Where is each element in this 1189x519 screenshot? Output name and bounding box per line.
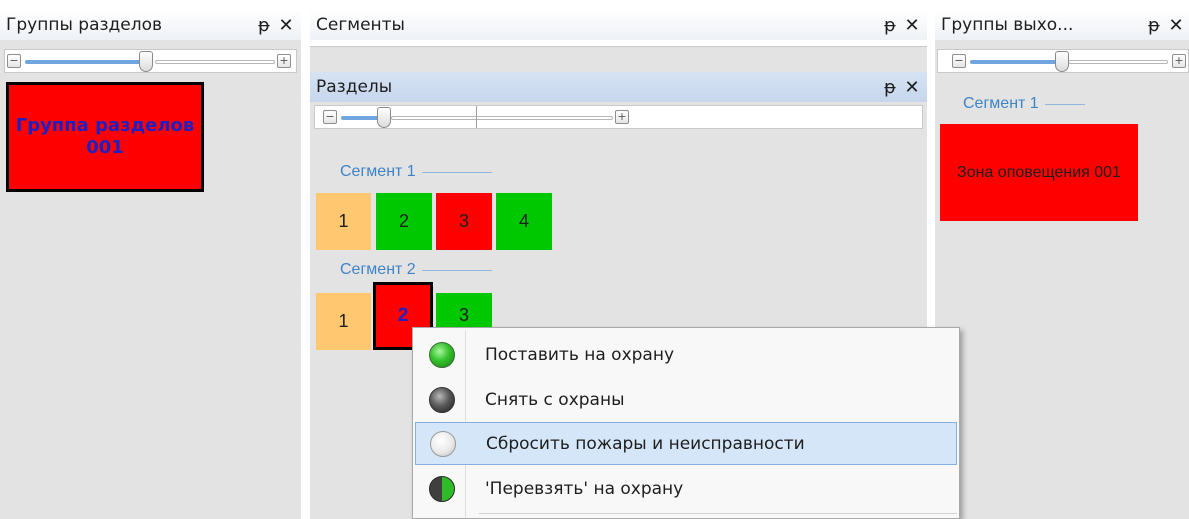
slider-thumb[interactable] <box>377 107 391 128</box>
pin-icon[interactable]: ᵽ <box>1143 15 1165 36</box>
segment-2-header: Сегмент 2 <box>340 260 492 280</box>
half-green-circle-icon <box>429 475 455 502</box>
menu-separator <box>479 513 957 514</box>
slider-track-filled <box>341 116 381 120</box>
sections-title: Разделы <box>316 77 393 97</box>
section-number: 2 <box>397 305 409 326</box>
pin-icon[interactable]: ᵽ <box>879 77 901 98</box>
section-number: 3 <box>458 304 469 325</box>
section-number: 1 <box>338 311 349 331</box>
slider-thumb[interactable] <box>1055 51 1069 72</box>
segment-2-label: Сегмент 2 <box>340 261 416 278</box>
section-tile[interactable]: 3 <box>436 193 492 250</box>
output-segment-1-header: Сегмент 1 <box>963 94 1085 114</box>
zoom-in-button[interactable]: + <box>1172 54 1186 68</box>
menu-item-label: Сбросить пожары и неисправности <box>486 433 805 454</box>
zoom-in-button[interactable]: + <box>615 110 629 124</box>
output-groups-title: Группы выхо... <box>941 15 1074 35</box>
green-circle-icon <box>429 341 455 368</box>
menu-item-rearm[interactable]: 'Перевзять' на охрану <box>415 467 957 510</box>
context-menu: Поставить на охрану Снять с охраны Сброс… <box>412 327 960 519</box>
section-tile[interactable]: 2 <box>376 193 432 250</box>
segments-titlebar: Сегменты ᵽ ✕ <box>310 10 927 40</box>
slider-track <box>155 60 275 64</box>
menu-item-arm[interactable]: Поставить на охрану <box>415 333 957 376</box>
pin-icon[interactable]: ᵽ <box>253 15 275 36</box>
segment-divider <box>421 269 492 271</box>
alert-zone-label: Зона оповещения 001 <box>957 163 1121 181</box>
menu-item-label: 'Перевзять' на охрану <box>485 478 684 499</box>
section-number: 3 <box>458 211 469 231</box>
close-icon[interactable]: ✕ <box>901 15 923 36</box>
output-groups-titlebar: Группы выхо... ᵽ ✕ <box>935 10 1189 40</box>
section-groups-panel: Группы разделов ᵽ ✕ − + Группа разделов … <box>0 10 301 519</box>
white-circle-icon <box>430 430 456 457</box>
zoom-in-button[interactable]: + <box>277 54 291 68</box>
section-number: 2 <box>398 211 409 231</box>
output-groups-panel: Группы выхо... ᵽ ✕ − + Сегмент 1 Зона оп… <box>935 10 1189 519</box>
slider-track <box>1068 60 1168 64</box>
output-zoom-slider[interactable]: − + <box>937 49 1189 73</box>
close-icon[interactable]: ✕ <box>1165 15 1187 36</box>
segment-divider <box>421 171 492 173</box>
slider-tick <box>476 106 477 128</box>
slider-track-filled <box>970 60 1060 64</box>
menu-item-label: Поставить на охрану <box>485 344 675 365</box>
menu-item-label: Снять с охраны <box>485 389 625 410</box>
slider-track-filled <box>25 60 143 64</box>
zoom-out-button[interactable]: − <box>323 110 337 124</box>
section-groups-titlebar: Группы разделов ᵽ ✕ <box>0 10 301 40</box>
segment-1-label: Сегмент 1 <box>340 163 416 180</box>
alert-zone-tile[interactable]: Зона оповещения 001 <box>940 124 1138 221</box>
dark-circle-icon <box>429 386 455 413</box>
segment-divider <box>1044 103 1085 105</box>
slider-thumb[interactable] <box>139 51 153 72</box>
section-tile[interactable]: 4 <box>496 193 552 250</box>
slider-track <box>391 116 613 120</box>
zoom-out-button[interactable]: − <box>952 54 966 68</box>
zoom-out-button[interactable]: − <box>7 54 21 68</box>
menu-item-disarm[interactable]: Снять с охраны <box>415 378 957 421</box>
section-number: 1 <box>338 211 349 231</box>
zoom-slider[interactable]: − + <box>4 49 297 73</box>
sections-zoom-slider[interactable]: − + <box>314 105 923 129</box>
section-number: 4 <box>518 211 529 231</box>
segment-1-header: Сегмент 1 <box>340 162 492 182</box>
segments-title: Сегменты <box>316 15 405 35</box>
section-groups-title: Группы разделов <box>6 15 163 35</box>
segments-body <box>310 40 927 47</box>
close-icon[interactable]: ✕ <box>275 15 297 36</box>
section-group-tile[interactable]: Группа разделов 001 <box>6 82 204 192</box>
section-group-label: Группа разделов 001 <box>15 115 195 158</box>
section-tile[interactable]: 1 <box>316 193 371 250</box>
pin-icon[interactable]: ᵽ <box>879 15 901 36</box>
output-segment-1-label: Сегмент 1 <box>963 95 1039 112</box>
close-icon[interactable]: ✕ <box>901 77 923 98</box>
sections-titlebar: Разделы ᵽ ✕ <box>310 72 927 102</box>
menu-item-reset-fires[interactable]: Сбросить пожары и неисправности <box>415 422 957 465</box>
section-tile[interactable]: 1 <box>316 293 371 350</box>
